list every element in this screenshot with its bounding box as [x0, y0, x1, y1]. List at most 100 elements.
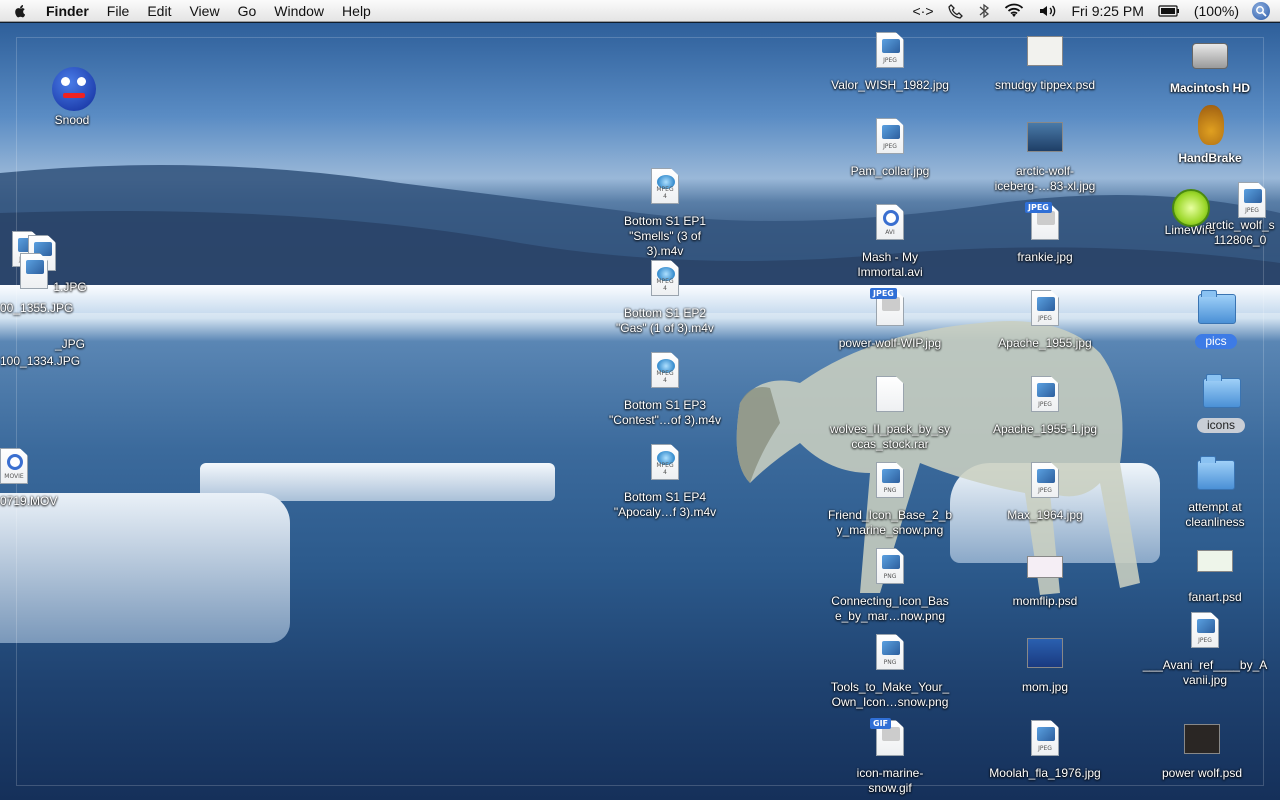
- desktop-icon-bottom-ep1[interactable]: MPEG 4 Bottom S1 EP1 "Smells" (3 of 3).m…: [600, 168, 730, 259]
- desktop-icon-frankie[interactable]: JPEG frankie.jpg: [980, 202, 1110, 265]
- desktop-icon-label[interactable]: _JPG: [40, 335, 100, 352]
- desktop-icon-momflip[interactable]: momflip.psd: [980, 548, 1110, 609]
- mpeg4-icon: MPEG 4: [645, 444, 685, 488]
- image-preview: [1037, 383, 1055, 397]
- menu-go[interactable]: Go: [229, 0, 266, 22]
- sync-menu-extra[interactable]: <·>: [905, 0, 940, 22]
- png-document-icon: PNG: [876, 634, 904, 670]
- desktop-icon-mash-avi[interactable]: AVI Mash - My Immortal.avi: [825, 204, 955, 280]
- icon-label: Apache_1955.jpg: [998, 336, 1092, 350]
- desktop-icon-pam-collar[interactable]: JPEG Pam_collar.jpg: [825, 118, 955, 179]
- hard-disk-icon: [1190, 35, 1230, 79]
- icon-label: HandBrake: [1178, 151, 1242, 165]
- desktop-icon-friend-icon-base[interactable]: PNG Friend_Icon_Base_2_b y_marine_snow.p…: [825, 462, 955, 538]
- wifi-icon[interactable]: [997, 0, 1031, 22]
- desktop-icon-tools-to-make-icon[interactable]: PNG Tools_to_Make_Your_ Own_Icon…snow.pn…: [825, 634, 955, 710]
- mpeg4-document-icon: MPEG 4: [651, 352, 679, 388]
- desktop-icon-handbrake[interactable]: HandBrake: [1145, 105, 1275, 166]
- icon-label: Snood: [54, 113, 90, 127]
- desktop-icon-mom[interactable]: mom.jpg: [980, 634, 1110, 695]
- phone-icon[interactable]: [941, 0, 971, 22]
- image-preview: [1197, 619, 1215, 633]
- image-preview: [1244, 189, 1262, 203]
- jpeg-document-icon: JPEG: [1191, 612, 1219, 648]
- desktop-icon-snood[interactable]: Snood: [7, 67, 137, 128]
- battery-icon[interactable]: [1151, 0, 1187, 22]
- file-type-tag: JPEG: [1038, 745, 1052, 752]
- file-type-tag: MPEG 4: [656, 462, 674, 476]
- menu-window[interactable]: Window: [265, 0, 333, 22]
- menu-help[interactable]: Help: [333, 0, 380, 22]
- icon-label: power-wolf-WIP.jpg: [838, 336, 942, 350]
- file-type-badge: JPEG: [1025, 202, 1052, 213]
- jpeg-icon: JPEG: [1025, 462, 1065, 506]
- handbrake-app-icon: [1190, 105, 1230, 149]
- mpeg4-icon: MPEG 4: [645, 352, 685, 396]
- desktop-icon-power-wolf-wip[interactable]: JPEG power-wolf-WIP.jpg: [825, 288, 955, 351]
- apple-icon[interactable]: [0, 2, 40, 20]
- jpeg-icon: JPEG: [1025, 720, 1065, 764]
- icon-label: mom.jpg: [1021, 680, 1068, 694]
- desktop-icon-label[interactable]: 1.JPG: [40, 278, 100, 295]
- desktop[interactable]: JPEG 1.JPG 00_1355.JPG _JPG 100_1334.JPG…: [0, 23, 1280, 800]
- desktop-icon-apache-1955-1[interactable]: JPEG Apache_1955-1.jpg: [980, 376, 1110, 437]
- icon-label: smudgy tippex.psd: [994, 78, 1096, 92]
- desktop-icon-icons-folder[interactable]: icons: [1156, 372, 1280, 433]
- jpeg-icon: JPEG: [1025, 376, 1065, 420]
- desktop-icon-fanart[interactable]: fanart.psd: [1150, 544, 1280, 605]
- icon-label: icons: [1196, 418, 1245, 433]
- jpeg-document-icon: JPEG: [876, 118, 904, 154]
- png-icon: PNG: [870, 462, 910, 506]
- folder-body: [1198, 290, 1236, 324]
- desktop-icon-100-1334[interactable]: 100_1334.JPG: [0, 352, 90, 369]
- desktop-icon-photo-stack[interactable]: JPEG: [0, 231, 100, 289]
- desktop-icon-icon-marine-snow-gif[interactable]: GIF icon-marine- snow.gif: [825, 718, 955, 796]
- desktop-icon-bottom-ep2[interactable]: MPEG 4 Bottom S1 EP2 "Gas" (1 of 3).m4v: [600, 260, 730, 336]
- desktop-icon-bottom-ep4[interactable]: MPEG 4 Bottom S1 EP4 "Apocaly…f 3).m4v: [600, 444, 730, 520]
- desktop-icon-smudgy-tippex[interactable]: smudgy tippex.psd: [980, 32, 1110, 93]
- menu-finder[interactable]: Finder: [40, 0, 98, 22]
- icon-label: power wolf.psd: [1161, 766, 1243, 780]
- image-preview: [1037, 297, 1055, 311]
- image-preview: [882, 469, 900, 483]
- jpeg-icon: JPEG: [870, 288, 910, 334]
- icon-label: 1.JPG: [53, 280, 87, 294]
- desktop-icon-moolah-fla[interactable]: JPEG Moolah_fla_1976.jpg: [980, 720, 1110, 781]
- volume-icon[interactable]: [1031, 0, 1065, 22]
- dark-thumbnail: [1184, 724, 1220, 754]
- desktop-icon-max-1964[interactable]: JPEG Max_1964.jpg: [980, 462, 1110, 523]
- desktop-icon-power-wolf-psd[interactable]: power wolf.psd: [1137, 720, 1267, 781]
- folder-body: [1203, 374, 1241, 408]
- desktop-icon-arctic-wolf-s[interactable]: JPEG arctic_wolf_s 112806_0: [1200, 182, 1280, 248]
- file-type-badge: JPEG: [870, 288, 897, 299]
- desktop-icon-attempt-at-cleanliness[interactable]: attempt at cleanliness: [1150, 454, 1280, 530]
- desktop-icon-label[interactable]: 00_1355.JPG: [0, 299, 80, 316]
- desktop-icon-macintosh-hd[interactable]: Macintosh HD: [1145, 35, 1275, 96]
- desktop-icon-connecting-icon-base[interactable]: PNG Connecting_Icon_Bas e_by_mar…now.png: [825, 548, 955, 624]
- desktop-icon-pics-folder[interactable]: pics: [1151, 288, 1280, 349]
- folder-icon: [1195, 454, 1235, 498]
- desktop-icon-avani-ref[interactable]: JPEG ___Avani_ref____by_A vanii.jpg: [1135, 612, 1275, 688]
- icon-label: Bottom S1 EP3 "Contest"…of 3).m4v: [609, 398, 721, 427]
- menu-edit[interactable]: Edit: [138, 0, 180, 22]
- menu-view[interactable]: View: [180, 0, 228, 22]
- png-document-icon: PNG: [876, 462, 904, 498]
- icon-label: attempt at cleanliness: [1185, 500, 1245, 529]
- battery-percent: (100%): [1193, 3, 1239, 19]
- avi-icon: AVI: [870, 204, 910, 248]
- desktop-icon-bottom-ep3[interactable]: MPEG 4 Bottom S1 EP3 "Contest"…of 3).m4v: [600, 352, 730, 428]
- desktop-icon-valor-wish[interactable]: JPEG Valor_WISH_1982.jpg: [825, 32, 955, 93]
- desktop-icon-arctic-wolf-iceberg[interactable]: arctic-wolf-iceberg-…83-xl.jpg: [980, 118, 1110, 194]
- clock[interactable]: Fri 9:25 PM: [1065, 0, 1151, 22]
- spotlight-icon[interactable]: [1252, 2, 1270, 20]
- mpeg4-icon: MPEG 4: [645, 260, 685, 304]
- menu-file[interactable]: File: [98, 0, 139, 22]
- desktop-icon-apache-1955[interactable]: JPEG Apache_1955.jpg: [980, 290, 1110, 351]
- image-preview: [1037, 469, 1055, 483]
- desktop-icon-wolves-rar[interactable]: wolves_II_pack_by_sy ccas_stock.rar: [825, 376, 955, 452]
- generic-document-icon: [876, 376, 904, 412]
- mpeg4-document-icon: MPEG 4: [651, 260, 679, 296]
- desktop-icon-0719-mov[interactable]: MOVIE 0719.MOV: [0, 448, 70, 509]
- bluetooth-icon[interactable]: [971, 0, 997, 22]
- folder-body: [1197, 456, 1235, 490]
